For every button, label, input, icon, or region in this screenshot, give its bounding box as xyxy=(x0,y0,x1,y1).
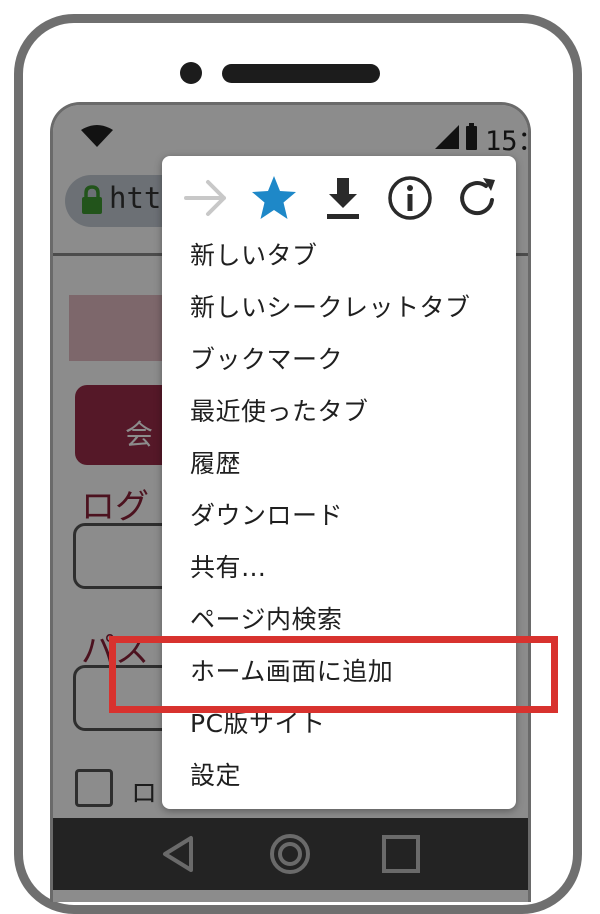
bookmark-star-icon[interactable] xyxy=(250,174,298,222)
menu-item-bookmarks[interactable]: ブックマーク xyxy=(190,336,343,384)
recents-square-icon[interactable] xyxy=(375,828,427,880)
menu-icon-row xyxy=(162,156,516,238)
menu-item-downloads[interactable]: ダウンロード xyxy=(190,492,343,540)
info-icon[interactable] xyxy=(386,174,434,222)
menu-item-history[interactable]: 履歴 xyxy=(190,440,241,488)
system-nav-bar xyxy=(53,818,528,890)
menu-item-new-incognito-tab[interactable]: 新しいシークレットタブ xyxy=(190,284,471,332)
reload-icon[interactable] xyxy=(453,174,501,222)
menu-item-share[interactable]: 共有… xyxy=(190,544,267,592)
front-camera xyxy=(180,62,202,84)
menu-item-settings[interactable]: 設定 xyxy=(190,752,241,800)
download-icon[interactable] xyxy=(319,174,367,222)
earpiece-speaker xyxy=(222,64,380,83)
menu-item-new-tab[interactable]: 新しいタブ xyxy=(190,232,318,280)
back-triangle-icon[interactable] xyxy=(153,828,205,880)
highlight-callout-box xyxy=(109,636,558,713)
home-circle-icon[interactable] xyxy=(264,828,316,880)
forward-icon[interactable] xyxy=(182,174,230,222)
menu-item-recent-tabs[interactable]: 最近使ったタブ xyxy=(190,388,369,436)
